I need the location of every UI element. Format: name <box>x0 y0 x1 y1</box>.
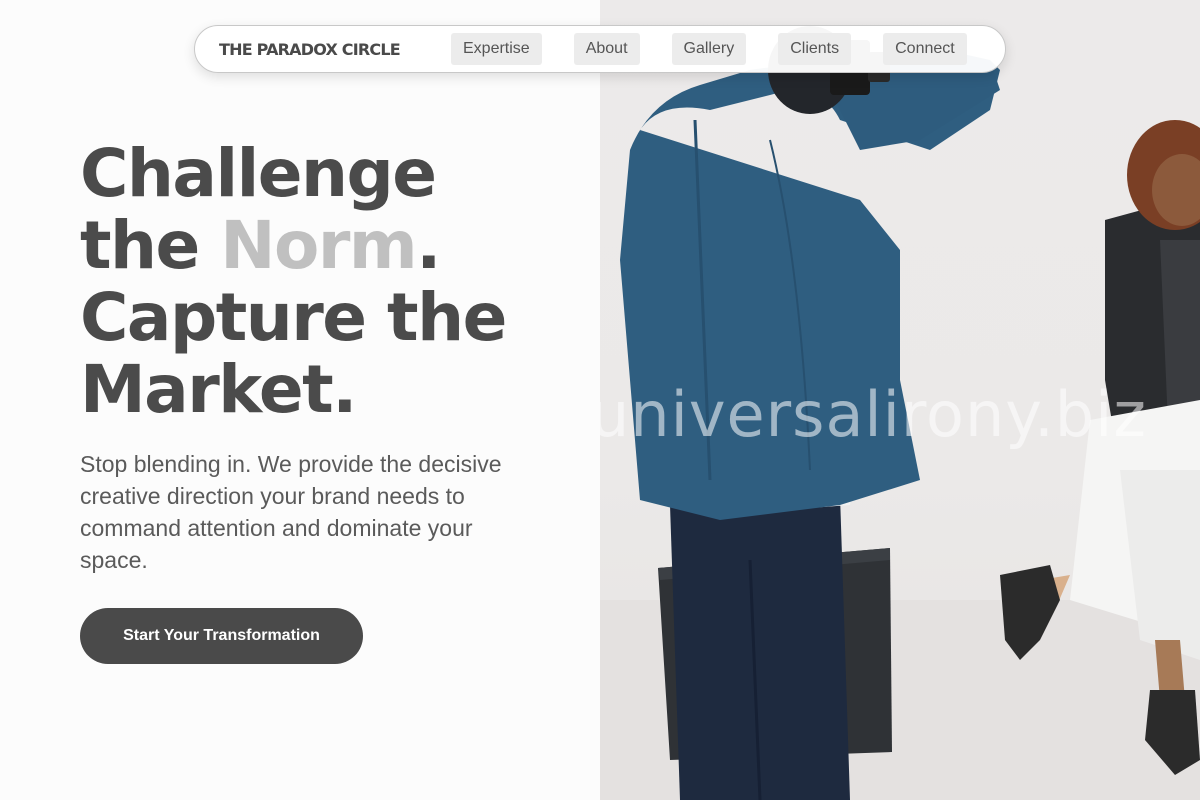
hero-headline: Challenge the Norm. Capture the Market. <box>80 138 580 426</box>
nav-link-connect[interactable]: Connect <box>883 33 967 65</box>
nav-link-clients[interactable]: Clients <box>778 33 852 65</box>
nav-link-gallery[interactable]: Gallery <box>671 33 747 65</box>
headline-line-3: Capture the <box>80 279 507 356</box>
headline-line-1: Challenge <box>80 135 437 212</box>
headline-accent-word: Norm <box>220 207 417 284</box>
nav-links: Expertise About Gallery Clients Connect <box>451 33 967 65</box>
headline-line-4: Market. <box>80 351 357 428</box>
nav-link-expertise[interactable]: Expertise <box>451 33 542 65</box>
hero-subtext: Stop blending in. We provide the decisiv… <box>80 451 502 573</box>
brand-logo[interactable]: THE PARADOX CIRCLE <box>219 40 451 59</box>
nav-link-about[interactable]: About <box>573 33 640 65</box>
headline-line-2-prefix: the <box>80 207 221 284</box>
headline-line-2: the Norm. <box>80 210 580 282</box>
headline-line-2-suffix: . <box>416 207 441 284</box>
page: Challenge the Norm. Capture the Market. … <box>0 0 1200 800</box>
photo-watermark: universalirony.biz <box>600 378 1147 451</box>
start-transformation-button[interactable]: Start Your Transformation <box>80 608 363 664</box>
hero-photo: universalirony.biz <box>600 0 1200 800</box>
top-nav: THE PARADOX CIRCLE Expertise About Galle… <box>194 25 1006 73</box>
hero-section: Challenge the Norm. Capture the Market. … <box>0 0 600 800</box>
